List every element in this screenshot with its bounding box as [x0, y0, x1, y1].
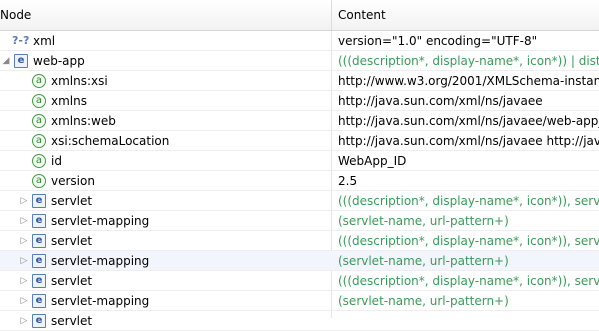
node-name: id: [51, 154, 62, 168]
node-content: version="1.0" encoding="UTF-8": [338, 34, 538, 48]
expand-arrow-icon[interactable]: ▷: [19, 191, 29, 211]
element-icon: e: [32, 254, 46, 268]
node-name: web-app: [33, 54, 85, 68]
tree-row[interactable]: a xmlns:xsi http://www.w3.org/2001/XMLSche…: [0, 71, 599, 91]
attribute-icon: a: [32, 114, 46, 128]
node-name: xmlns:web: [51, 114, 116, 128]
node-content: (((description*, display-name*, icon*)),…: [338, 194, 599, 208]
node-content: (((description*, display-name*, icon*)),…: [338, 234, 599, 248]
node-name: servlet: [51, 234, 93, 248]
tree-row[interactable]: ▷ e servlet (((description*, display-name*,…: [0, 191, 599, 211]
tree-row[interactable]: ▷ e servlet-mapping (servlet-name, url-patt…: [0, 251, 599, 271]
node-name: xsi:schemaLocation: [51, 134, 170, 148]
xml-tree: ?-? xml version="1.0" encoding="UTF-8" ◢ e we…: [0, 31, 599, 331]
content-column-header[interactable]: Content: [332, 0, 599, 30]
element-icon: e: [32, 274, 46, 288]
attribute-icon: a: [32, 94, 46, 108]
expand-arrow-icon: [19, 131, 29, 151]
element-icon: e: [14, 54, 28, 68]
node-name: servlet: [51, 274, 93, 288]
expand-arrow-icon[interactable]: ▷: [19, 271, 29, 291]
node-content: 2.5: [338, 174, 358, 188]
expand-arrow-icon[interactable]: ▷: [19, 291, 29, 311]
node-name: servlet-mapping: [51, 294, 150, 308]
attribute-icon: a: [32, 154, 46, 168]
node-name: servlet: [51, 194, 93, 208]
tree-header: Node Content: [0, 0, 599, 31]
tree-row[interactable]: a id WebApp_ID: [0, 151, 599, 171]
processing-instruction-icon: ?-?: [12, 34, 30, 47]
expand-arrow-icon: [19, 91, 29, 111]
node-content: (servlet-name, url-pattern+): [338, 214, 509, 228]
node-content: http://www.w3.org/2001/XMLSchema-instanc…: [338, 74, 599, 88]
attribute-icon: a: [32, 174, 46, 188]
node-content: http://java.sun.com/xml/ns/javaee http:/…: [338, 134, 599, 148]
node-content: [338, 311, 599, 331]
node-name: version: [51, 174, 95, 188]
expand-arrow-icon[interactable]: ▷: [19, 231, 29, 251]
expand-arrow-icon: [1, 31, 11, 51]
attribute-icon: a: [32, 74, 46, 88]
node-name: xmlns:xsi: [51, 74, 108, 88]
tree-row[interactable]: a version 2.5: [0, 171, 599, 191]
expand-arrow-icon[interactable]: ▷: [19, 211, 29, 231]
node-name: servlet-mapping: [51, 254, 150, 268]
element-icon: e: [32, 314, 46, 328]
node-name: servlet-mapping: [51, 214, 150, 228]
tree-row[interactable]: ▷ e servlet: [0, 311, 599, 331]
node-content: (((description*, display-name*, icon*)) …: [338, 54, 599, 68]
element-icon: e: [32, 194, 46, 208]
node-content: (servlet-name, url-pattern+): [338, 294, 509, 308]
tree-row[interactable]: ▷ e servlet (((description*, display-name*,…: [0, 231, 599, 251]
node-content: http://java.sun.com/xml/ns/javaee/web-ap…: [338, 114, 599, 128]
expand-arrow-icon: [19, 71, 29, 91]
tree-row[interactable]: ◢ e web-app (((description*, display-name*,…: [0, 51, 599, 71]
tree-row[interactable]: ▷ e servlet (((description*, display-name*,…: [0, 271, 599, 291]
tree-row[interactable]: ?-? xml version="1.0" encoding="UTF-8": [0, 31, 599, 51]
element-icon: e: [32, 214, 46, 228]
node-content: (servlet-name, url-pattern+): [338, 254, 509, 268]
element-icon: e: [32, 234, 46, 248]
expand-arrow-icon: [19, 111, 29, 131]
tree-row[interactable]: a xmlns:web http://java.sun.com/xml/ns/jav…: [0, 111, 599, 131]
node-name: servlet: [51, 314, 93, 328]
expand-arrow-icon[interactable]: ▷: [19, 251, 29, 271]
tree-row[interactable]: a xsi:schemaLocation http://java.sun.com/x…: [0, 131, 599, 151]
attribute-icon: a: [32, 134, 46, 148]
node-content: http://java.sun.com/xml/ns/javaee: [338, 94, 543, 108]
node-name: xml: [33, 34, 56, 48]
collapse-arrow-icon[interactable]: ◢: [1, 51, 11, 71]
element-icon: e: [32, 294, 46, 308]
node-column-header[interactable]: Node: [0, 0, 331, 30]
node-content: WebApp_ID: [338, 154, 407, 168]
expand-arrow-icon: [19, 151, 29, 171]
node-name: xmlns: [51, 94, 87, 108]
tree-row[interactable]: ▷ e servlet-mapping (servlet-name, url-patt…: [0, 291, 599, 311]
node-content: (((description*, display-name*, icon*)),…: [338, 274, 599, 288]
tree-row[interactable]: ▷ e servlet-mapping (servlet-name, url-patt…: [0, 211, 599, 231]
expand-arrow-icon: [19, 171, 29, 191]
expand-arrow-icon[interactable]: ▷: [19, 311, 29, 331]
tree-row[interactable]: a xmlns http://java.sun.com/xml/ns/javaee: [0, 91, 599, 111]
